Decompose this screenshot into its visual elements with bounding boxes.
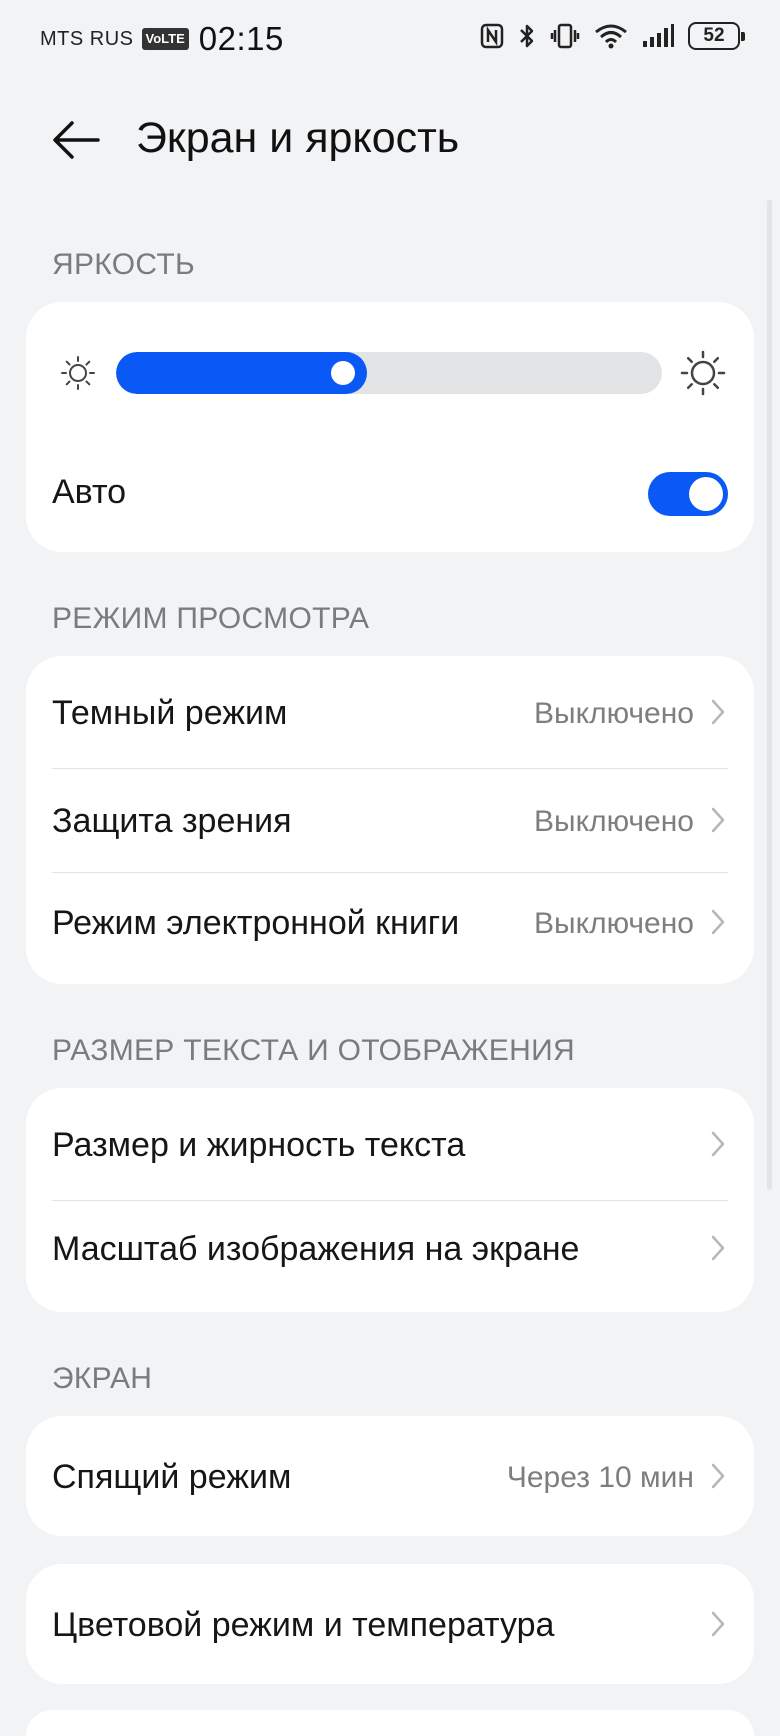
auto-brightness-toggle[interactable] <box>648 472 728 516</box>
ebook-mode-row[interactable]: Режим электронной книги Выключено <box>26 872 754 984</box>
status-bar: MTS RUS VoLTE 02:15 52 <box>0 0 780 80</box>
chevron-right-icon <box>711 1463 725 1489</box>
auto-brightness-label: Авто <box>52 473 127 511</box>
status-left: MTS RUS VoLTE 02:15 <box>40 20 284 58</box>
chevron-right-icon <box>711 1611 725 1637</box>
brightness-high-icon <box>680 350 726 401</box>
eye-comfort-row[interactable]: Защита зрения Выключено <box>26 768 754 872</box>
section-label-brightness: ЯРКОСТЬ <box>52 248 195 281</box>
ebook-mode-value: Выключено <box>534 907 694 940</box>
view-mode-card: Темный режим Выключено Защита зрения Вык… <box>26 656 754 984</box>
auto-brightness-row[interactable]: Авто <box>26 444 754 544</box>
eye-comfort-value: Выключено <box>534 805 694 838</box>
chevron-right-icon <box>711 699 725 725</box>
display-zoom-row[interactable]: Масштаб изображения на экране <box>26 1200 754 1312</box>
back-button[interactable] <box>50 118 102 162</box>
chevron-right-icon <box>711 807 725 833</box>
nfc-icon <box>480 23 504 49</box>
status-right: 52 <box>480 22 745 50</box>
brightness-card: Авто <box>26 302 754 552</box>
eye-comfort-label: Защита зрения <box>52 802 292 840</box>
chevron-right-icon <box>711 1235 725 1261</box>
text-size-row[interactable]: Размер и жирность текста <box>26 1088 754 1200</box>
brightness-row <box>26 350 754 396</box>
section-label-view-mode: РЕЖИМ ПРОСМОТРА <box>52 602 370 635</box>
brightness-slider-fill <box>116 352 367 394</box>
ebook-mode-label: Режим электронной книги <box>52 904 460 942</box>
page-title: Экран и яркость <box>136 114 460 162</box>
section-label-text-size: РАЗМЕР ТЕКСТА И ОТОБРАЖЕНИЯ <box>52 1034 575 1067</box>
dark-mode-value: Выключено <box>534 697 694 730</box>
text-size-label: Размер и жирность текста <box>52 1126 466 1164</box>
brightness-low-icon <box>60 355 96 396</box>
signal-icon <box>642 23 674 49</box>
dark-mode-row[interactable]: Темный режим Выключено <box>26 656 754 768</box>
text-size-card: Размер и жирность текста Масштаб изображ… <box>26 1088 754 1312</box>
status-time: 02:15 <box>198 20 284 57</box>
display-zoom-label: Масштаб изображения на экране <box>52 1230 580 1268</box>
next-card-partial <box>26 1710 754 1736</box>
vibrate-icon <box>550 22 580 50</box>
carrier-name: MTS RUS <box>40 27 134 50</box>
color-card: Цветовой режим и температура <box>26 1564 754 1684</box>
dark-mode-label: Темный режим <box>52 694 288 732</box>
battery-icon: 52 <box>688 22 745 50</box>
sleep-card: Спящий режим Через 10 мин <box>26 1416 754 1536</box>
volte-badge: VoLTE <box>141 28 189 50</box>
back-arrow-icon <box>53 121 100 159</box>
sleep-row[interactable]: Спящий режим Через 10 мин <box>26 1416 754 1536</box>
chevron-right-icon <box>711 1131 725 1157</box>
color-mode-row[interactable]: Цветовой режим и температура <box>26 1564 754 1684</box>
section-label-screen: ЭКРАН <box>52 1362 153 1395</box>
app-header: Экран и яркость <box>0 100 780 180</box>
color-mode-label: Цветовой режим и температура <box>52 1606 555 1644</box>
scrollbar[interactable] <box>767 200 772 1190</box>
sleep-value: Через 10 мин <box>506 1461 694 1494</box>
bluetooth-icon <box>518 22 536 50</box>
brightness-slider[interactable] <box>116 352 662 394</box>
sleep-label: Спящий режим <box>52 1458 292 1496</box>
wifi-icon <box>594 23 628 49</box>
chevron-right-icon <box>711 909 725 935</box>
brightness-slider-thumb[interactable] <box>331 361 355 385</box>
toggle-knob <box>689 477 723 511</box>
